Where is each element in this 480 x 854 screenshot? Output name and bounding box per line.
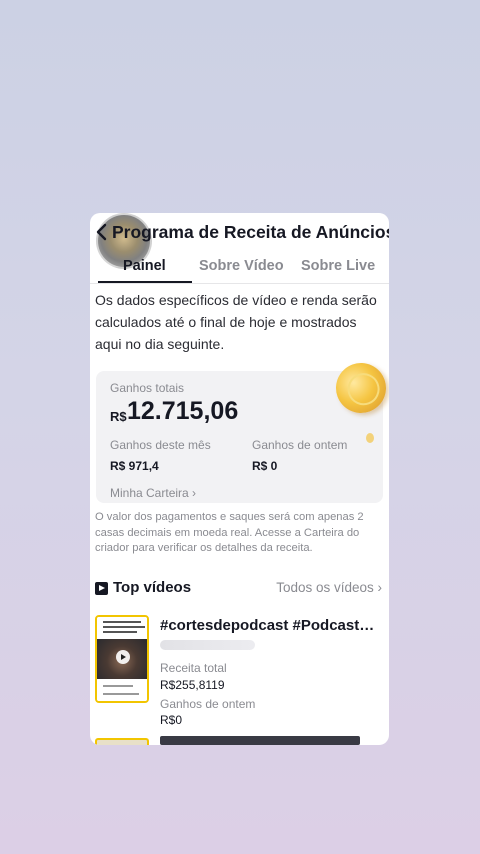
top-videos-header: Top vídeos Todos os vídeos › xyxy=(95,579,382,599)
video-thumbnail[interactable] xyxy=(95,738,149,745)
blurred-info xyxy=(160,640,255,650)
tab-sobre-live[interactable]: Sobre Live xyxy=(301,258,375,274)
payout-note: O valor dos pagamentos e saques será com… xyxy=(95,511,364,554)
tab-sobre-video[interactable]: Sobre Vídeo xyxy=(199,258,284,274)
month-earnings-label: Ganhos deste mês xyxy=(110,438,211,452)
tab-painel[interactable]: Painel xyxy=(123,258,166,274)
top-videos-title: Top vídeos xyxy=(113,579,192,596)
earnings-card: Ganhos totais R$ 12.715,06 Ganhos deste … xyxy=(96,355,389,503)
total-revenue-value: R$255,8119 xyxy=(160,678,225,692)
total-revenue-label: Receita total xyxy=(160,661,227,675)
total-earnings-currency: R$ xyxy=(110,409,127,424)
tab-bar: Painel Sobre Vídeo Sobre Live xyxy=(90,255,389,284)
back-arrow-icon[interactable] xyxy=(94,222,110,242)
all-videos-link[interactable]: Todos os vídeos › xyxy=(276,580,382,595)
thumbnail-play-icon xyxy=(116,650,130,664)
video-thumbnail[interactable] xyxy=(95,615,149,703)
total-earnings-value: 12.715,06 xyxy=(127,397,239,425)
page-title: Programa de Receita de Anúncios xyxy=(112,222,389,242)
video-list-item-partial[interactable] xyxy=(95,736,385,745)
yesterday-earnings-label: Ganhos de ontem xyxy=(252,438,348,452)
coin-icon xyxy=(328,355,389,421)
active-tab-indicator xyxy=(98,281,192,283)
video-title: #cortesdepodcast #Podcast… xyxy=(160,617,375,634)
video-list-item[interactable]: #cortesdepodcast #Podcast… Receita total… xyxy=(95,615,385,727)
small-coin-icon xyxy=(366,433,374,443)
video-yesterday-value: R$0 xyxy=(160,713,183,727)
video-title-cut-off xyxy=(160,736,360,745)
info-text: Os dados específicos de vídeo e renda se… xyxy=(95,292,377,352)
video-play-icon xyxy=(95,582,108,595)
video-yesterday-label: Ganhos de ontem xyxy=(160,697,256,711)
my-wallet-link[interactable]: Minha Carteira › xyxy=(110,486,196,500)
month-earnings-value: R$ 971,4 xyxy=(110,459,159,473)
ad-revenue-panel: Programa de Receita de Anúncios Painel S… xyxy=(90,213,389,745)
total-earnings-label: Ganhos totais xyxy=(110,381,185,395)
header: Programa de Receita de Anúncios xyxy=(90,213,389,269)
yesterday-earnings-value: R$ 0 xyxy=(252,459,278,473)
